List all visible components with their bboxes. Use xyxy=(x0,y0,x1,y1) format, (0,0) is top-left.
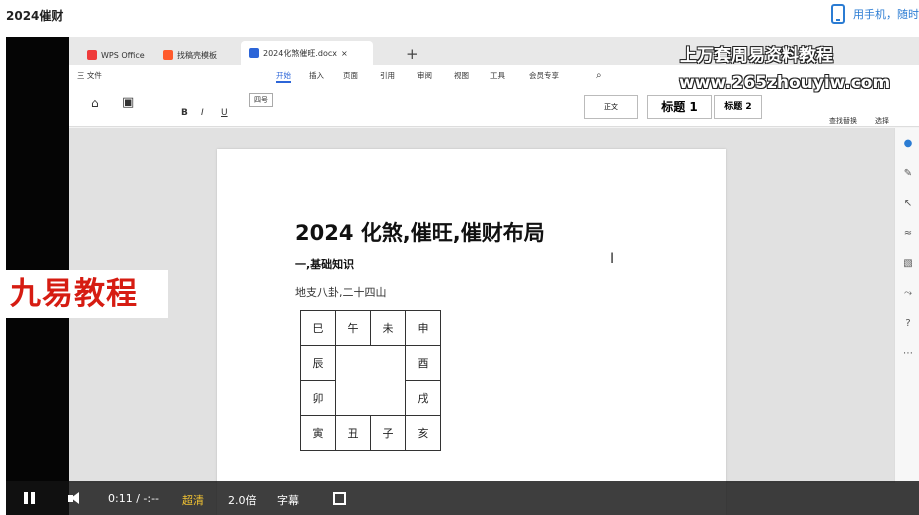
table-cell: 未 xyxy=(370,310,406,346)
menu-review[interactable]: 审阅 xyxy=(417,70,432,81)
menu-reference[interactable]: 引用 xyxy=(380,70,395,81)
table-cell: 卯 xyxy=(300,380,336,416)
quality-button[interactable]: 超清 xyxy=(182,492,204,508)
style-heading-1[interactable]: 标题 1 xyxy=(647,95,712,119)
watermark-url: www.265zhouyiw.com xyxy=(679,73,891,93)
menu-insert[interactable]: 插入 xyxy=(309,70,324,81)
volume-icon[interactable] xyxy=(68,492,86,505)
style-normal[interactable]: 正文 xyxy=(584,95,638,119)
bold-icon[interactable]: B xyxy=(181,108,188,118)
underline-icon[interactable]: U xyxy=(221,108,228,118)
speed-button[interactable]: 2.0倍 xyxy=(228,492,257,508)
mobile-link[interactable]: 用手机，随时 xyxy=(831,4,919,24)
search-icon[interactable]: ⌕ xyxy=(596,70,602,81)
table-cell: 酉 xyxy=(405,345,441,381)
page-title: 2024催财 xyxy=(6,9,64,23)
watermark-title: 上万套周易资料教程 xyxy=(680,46,833,66)
wps-logo-icon xyxy=(87,50,97,60)
table-cell: 丑 xyxy=(335,415,371,451)
text-cursor-icon: I xyxy=(610,251,615,267)
add-tab-icon[interactable]: + xyxy=(406,45,419,63)
find-replace-button[interactable]: 查找替换 xyxy=(829,116,857,126)
video-frame: WPS Office 找稿壳模板 2024化煞催旺.docx × + 三 文件 开… xyxy=(69,37,919,515)
close-icon[interactable]: × xyxy=(341,49,348,58)
table-cell: 亥 xyxy=(405,415,441,451)
document-section-heading: 一,基础知识 xyxy=(295,258,355,271)
select-button[interactable]: 选择 xyxy=(875,116,889,126)
menu-file[interactable]: 三 文件 xyxy=(77,70,102,81)
right-toolbar: ● ✎ ↖ ≈ ▧ ⤳ ? ⋯ xyxy=(894,128,919,483)
tab-template[interactable]: 找稿壳模板 xyxy=(155,45,225,65)
mobile-link-label[interactable]: 用手机，随时 xyxy=(853,6,919,22)
subtitles-button[interactable]: 字幕 xyxy=(277,492,299,508)
location-icon[interactable]: ● xyxy=(902,138,914,150)
playback-time: 0:11 / -:-- xyxy=(108,492,160,505)
tab-wps-office[interactable]: WPS Office xyxy=(79,45,153,65)
table-cell: 辰 xyxy=(300,345,336,381)
table-cell: 戌 xyxy=(405,380,441,416)
video-player[interactable]: WPS Office 找稿壳模板 2024化煞催旺.docx × + 三 文件 开… xyxy=(6,37,919,515)
fullscreen-icon[interactable] xyxy=(333,492,346,505)
format-painter-icon[interactable]: ⌂ xyxy=(91,96,99,110)
menu-member[interactable]: 会员专享 xyxy=(529,70,559,81)
table-cell: 申 xyxy=(405,310,441,346)
table-cell xyxy=(335,345,406,416)
comment-icon[interactable]: ≈ xyxy=(902,228,914,240)
menu-view[interactable]: 视图 xyxy=(454,70,469,81)
document-title: 2024 化煞,催旺,催财布局 xyxy=(295,221,545,245)
help-icon[interactable]: ? xyxy=(902,318,914,330)
style-heading-2[interactable]: 标题 2 xyxy=(714,95,762,119)
menu-tools[interactable]: 工具 xyxy=(490,70,505,81)
pause-icon[interactable] xyxy=(24,492,36,504)
document-subtitle: 地支八卦,二十四山 xyxy=(295,286,387,299)
menu-page[interactable]: 页面 xyxy=(343,70,358,81)
document-icon xyxy=(249,48,259,58)
share-icon[interactable]: ⤳ xyxy=(902,288,914,300)
table-cell: 寅 xyxy=(300,415,336,451)
brand-overlay: 九易教程 xyxy=(6,270,168,318)
image-icon[interactable]: ▧ xyxy=(902,258,914,270)
italic-icon[interactable]: I xyxy=(201,108,204,118)
player-controls: 0:11 / -:-- 超清 2.0倍 字幕 xyxy=(6,481,919,515)
menu-home[interactable]: 开始 xyxy=(276,70,291,83)
table-cell: 子 xyxy=(370,415,406,451)
earthly-branch-table: 巳午未申 辰 酉 卯 戌 寅丑子亥 xyxy=(300,310,441,451)
font-size-select[interactable]: 四号 xyxy=(249,93,273,107)
table-cell: 巳 xyxy=(300,310,336,346)
paste-icon[interactable]: ▣ xyxy=(122,95,134,110)
tab-document[interactable]: 2024化煞催旺.docx × xyxy=(241,41,373,65)
pen-icon[interactable]: ✎ xyxy=(902,168,914,180)
table-cell: 午 xyxy=(335,310,371,346)
document-page[interactable] xyxy=(217,149,726,515)
template-icon xyxy=(163,50,173,60)
phone-icon xyxy=(831,4,845,24)
select-icon[interactable]: ↖ xyxy=(902,198,914,210)
more-icon[interactable]: ⋯ xyxy=(902,348,914,360)
page-header: 2024催财 用手机，随时 xyxy=(0,0,919,30)
